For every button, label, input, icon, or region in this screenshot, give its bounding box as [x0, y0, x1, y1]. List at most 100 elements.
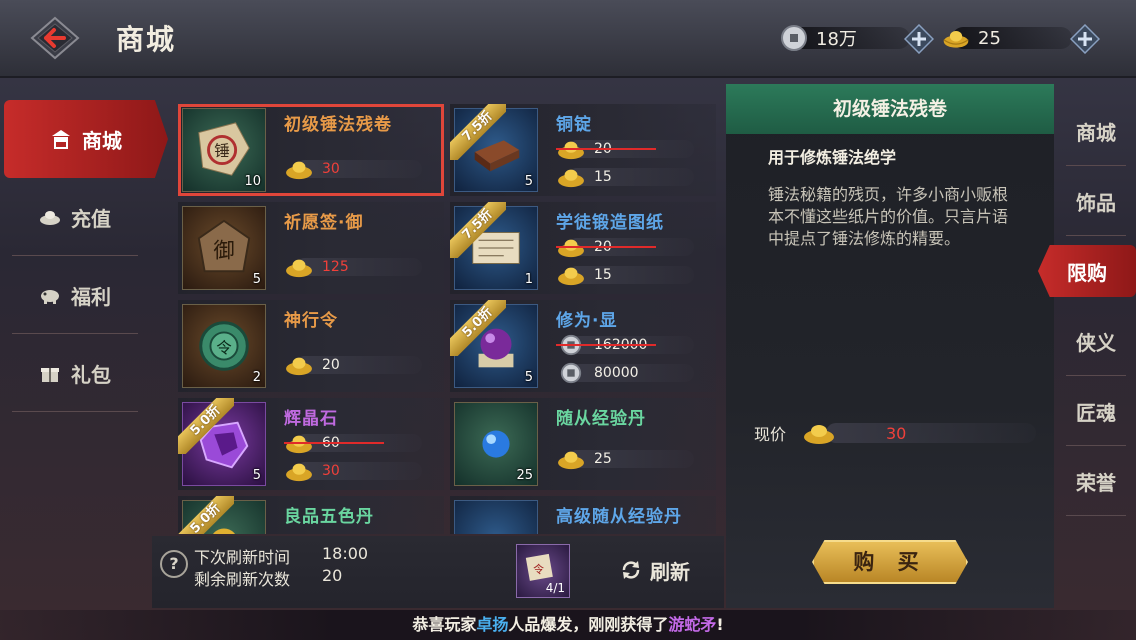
item-old-price: 162000 — [556, 332, 706, 358]
shop-screen: 商城 18万 25 商城 充值 福利 礼包 锤 10 初级锤法残卷 30 7.5… — [0, 0, 1136, 640]
shop-item-card[interactable]: 令 2 神行令 20 — [178, 300, 444, 392]
discount-badge: 7.5折 — [450, 202, 506, 258]
item-quantity: 25 — [516, 468, 533, 483]
tab-label: 荣誉 — [1076, 470, 1116, 495]
left-nav-shop[interactable]: 商城 — [4, 100, 168, 178]
gold-currency: 25 — [942, 24, 1072, 52]
refresh-bar: ? 下次刷新时间 18:00 剩余刷新次数 20 令 4/1 刷新 — [152, 536, 724, 608]
remaining-refresh-label: 剩余刷新次数 — [194, 570, 291, 589]
tab-label: 限购 — [1067, 260, 1107, 285]
shop-item-card[interactable]: 5.0折 良品五色丹 — [178, 496, 444, 534]
add-gold-button[interactable] — [1070, 24, 1100, 54]
marquee-prefix: 恭喜玩家 — [412, 615, 477, 634]
gold-ingot-icon — [558, 451, 584, 470]
detail-description: 锤法秘籍的残页，许多小商小贩根本不懂这些纸片的价值。只言片语中提点了锤法修炼的精… — [768, 185, 1009, 248]
left-nav-label: 礼包 — [71, 362, 111, 387]
gold-ingot-icon — [804, 425, 834, 444]
tab-accessories[interactable]: 饰品 — [1056, 166, 1136, 236]
silver-amount: 18万 — [816, 29, 857, 50]
item-thumbnail — [454, 500, 538, 534]
item-price-value: 30 — [322, 463, 340, 479]
wish-token-icon: 御 — [197, 219, 251, 273]
silver-coin-icon — [560, 362, 582, 384]
discount-badge: 5.0折 — [178, 398, 234, 454]
item-quantity: 5 — [524, 174, 533, 189]
item-price: 30 — [284, 156, 434, 182]
shop-item-card[interactable]: 高级随从经验丹 — [450, 496, 716, 534]
tab-honor[interactable]: 荣誉 — [1056, 446, 1136, 516]
silver-coin-icon — [781, 25, 807, 51]
buy-button[interactable]: 购 买 — [812, 540, 968, 584]
tab-limited[interactable]: 限购 — [1038, 245, 1136, 297]
left-nav-recharge[interactable]: 充值 — [0, 178, 150, 256]
item-quantity: 10 — [244, 174, 261, 189]
left-nav-gift[interactable]: 礼包 — [0, 334, 150, 412]
marquee-player: 卓扬 — [476, 615, 509, 634]
item-price: 15 — [556, 164, 706, 190]
item-price-value: 25 — [594, 451, 612, 467]
item-price: 15 — [556, 262, 706, 288]
svg-text:令: 令 — [533, 562, 544, 576]
item-detail-panel: 初级锤法残卷 用于修炼锤法绝学 锤法秘籍的残页，许多小商小贩根本不懂这些纸片的价… — [726, 84, 1054, 608]
item-name: 高级随从经验丹 — [556, 507, 682, 527]
left-nav-label: 商城 — [82, 128, 122, 153]
refresh-button[interactable]: 刷新 — [620, 556, 690, 584]
add-silver-button[interactable] — [904, 24, 934, 54]
item-price-value: 15 — [594, 169, 612, 185]
tab-chivalry[interactable]: 侠义 — [1056, 306, 1136, 376]
item-name: 学徒锻造图纸 — [556, 213, 664, 233]
detail-title: 初级锤法残卷 — [726, 84, 1054, 134]
shop-item-card[interactable]: 7.5折 1 学徒锻造图纸 20 15 — [450, 202, 716, 294]
item-old-price: 20 — [556, 136, 706, 162]
tab-shop[interactable]: 商城 — [1056, 96, 1136, 166]
refresh-token-item[interactable]: 令 4/1 — [516, 544, 570, 598]
tab-craftsman[interactable]: 匠魂 — [1056, 376, 1136, 446]
gold-ingot-icon — [558, 169, 584, 188]
discount-badge: 7.5折 — [450, 104, 506, 160]
item-thumbnail: 锤 10 — [182, 108, 266, 192]
back-button[interactable] — [30, 16, 80, 60]
item-name: 初级锤法残卷 — [284, 115, 392, 135]
left-nav-label: 福利 — [71, 284, 111, 309]
svg-text:御: 御 — [213, 239, 234, 264]
help-button[interactable]: ? — [160, 550, 188, 578]
item-price-value: 30 — [322, 161, 340, 177]
tab-label: 饰品 — [1076, 190, 1116, 215]
gold-ingot-icon — [943, 31, 969, 48]
announcement-marquee: 恭喜玩家卓扬人品爆发，刚刚获得了游蛇矛! — [0, 610, 1136, 640]
tab-label: 商城 — [1076, 120, 1116, 145]
item-name: 祈愿签·御 — [284, 213, 364, 233]
shop-item-card[interactable]: 5.0折 5 修为·显 162000 80000 — [450, 300, 716, 392]
shop-item-card[interactable]: 7.5折 5 铜锭 20 15 — [450, 104, 716, 196]
strikethrough-line — [556, 148, 656, 150]
gold-ingot-icon — [558, 267, 584, 286]
marquee-suffix: ! — [716, 615, 724, 634]
item-quantity: 2 — [252, 370, 261, 385]
item-thumbnail: 御 5 — [182, 206, 266, 290]
item-old-price: 20 — [556, 234, 706, 260]
shop-item-card[interactable]: 御 5 祈愿签·御 125 — [178, 202, 444, 294]
piggy-icon — [41, 290, 59, 304]
left-nav-label: 充值 — [71, 206, 111, 231]
item-name: 随从经验丹 — [556, 409, 646, 429]
marquee-item: 游蛇矛 — [668, 615, 717, 634]
gold-ingot-icon — [286, 357, 312, 376]
shop-item-card[interactable]: 5.0折 5 辉晶石 60 30 — [178, 398, 444, 490]
item-price-value: 80000 — [594, 365, 639, 381]
svg-text:锤: 锤 — [214, 142, 230, 160]
svg-text:令: 令 — [216, 339, 232, 357]
gold-amount: 25 — [978, 27, 1001, 49]
strikethrough-line — [284, 442, 384, 444]
blue-pill-icon — [465, 511, 527, 534]
item-price-value: 15 — [594, 267, 612, 283]
item-quantity: 5 — [252, 468, 261, 483]
right-tabs: 商城 饰品 限购 侠义 匠魂 荣誉 — [1038, 96, 1136, 516]
page-title: 商城 — [116, 23, 177, 56]
discount-badge: 5.0折 — [178, 496, 234, 534]
refresh-button-label: 刷新 — [650, 559, 690, 584]
item-name: 良品五色丹 — [284, 507, 374, 527]
refresh-info: 下次刷新时间 18:00 剩余刷新次数 20 — [194, 544, 368, 589]
shop-item-card[interactable]: 锤 10 初级锤法残卷 30 — [178, 104, 444, 196]
shop-item-card[interactable]: 25 随从经验丹 25 — [450, 398, 716, 490]
left-nav-welfare[interactable]: 福利 — [0, 256, 150, 334]
